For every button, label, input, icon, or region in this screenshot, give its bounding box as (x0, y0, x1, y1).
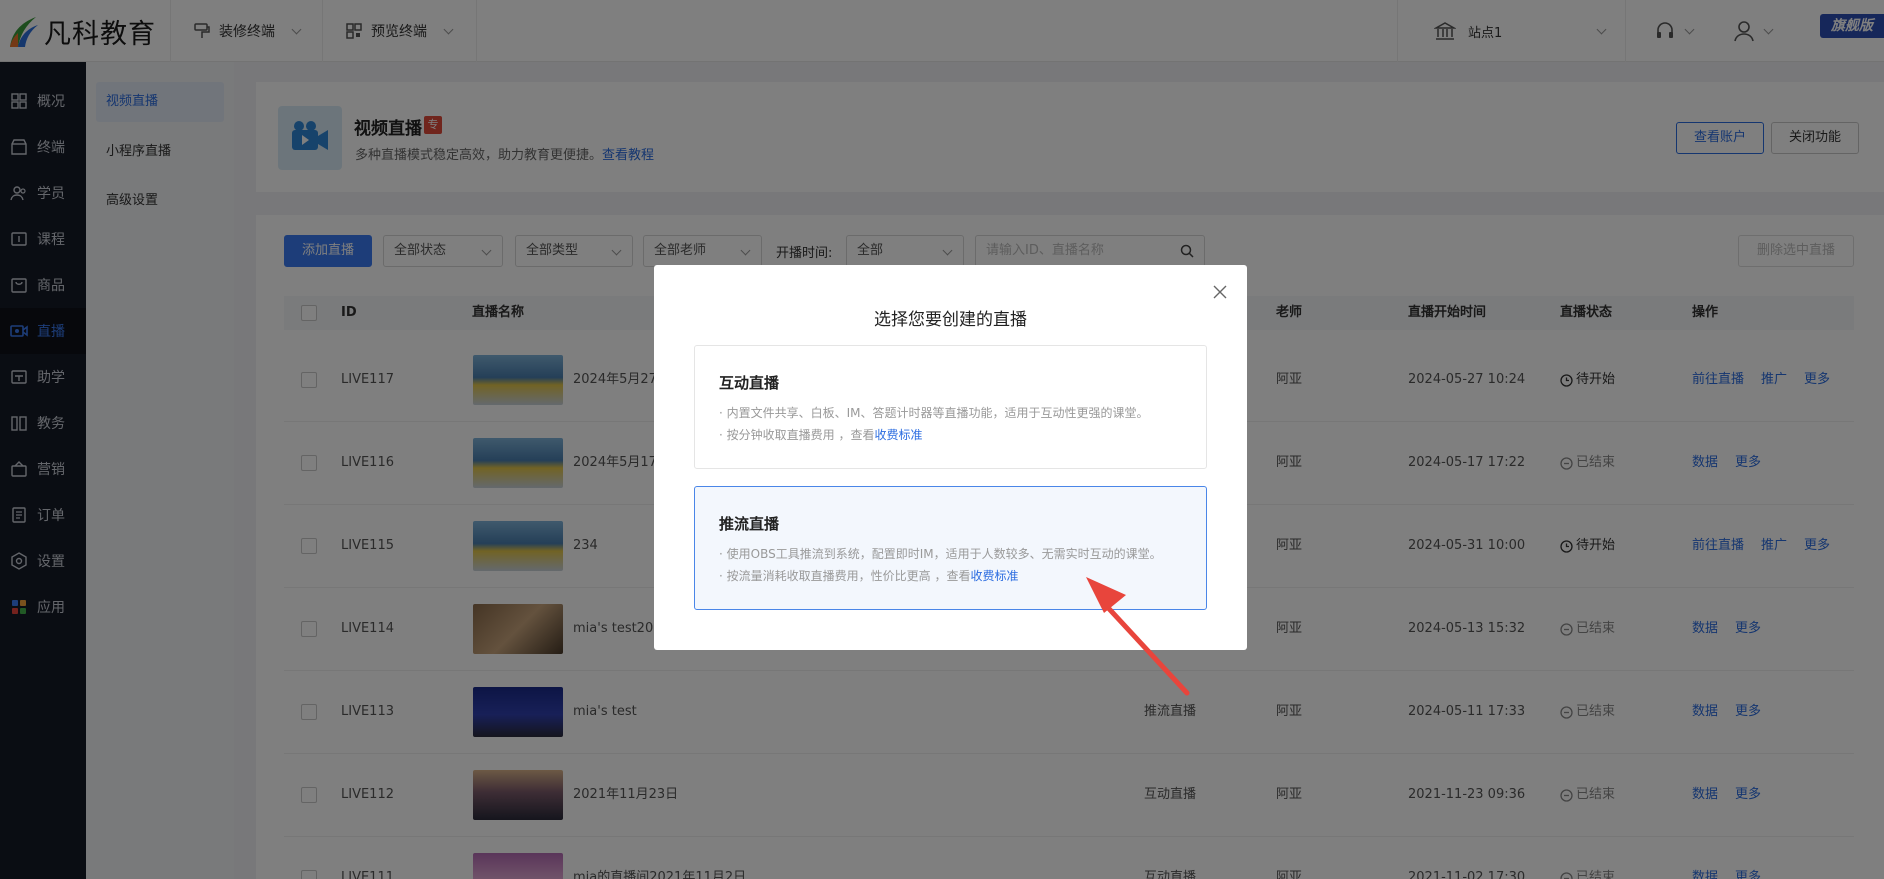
option-desc-line1: · 内置文件共享、白板、IM、答题计时器等直播功能，适用于互动性更强的课堂。 (719, 406, 1149, 420)
interactive-live-option[interactable]: 互动直播 · 内置文件共享、白板、IM、答题计时器等直播功能，适用于互动性更强的… (694, 345, 1207, 469)
close-icon[interactable] (1213, 285, 1227, 299)
fee-standard-link[interactable]: 收费标准 (970, 569, 1018, 583)
option-title: 推流直播 (719, 515, 780, 533)
fee-standard-link[interactable]: 收费标准 (874, 428, 922, 442)
option-title: 互动直播 (719, 374, 780, 392)
option-desc-line1: · 使用OBS工具推流到系统，配置即时IM，适用于人数较多、无需实时互动的课堂。 (719, 547, 1162, 561)
modal-title: 选择您要创建的直播 (874, 310, 1027, 330)
annotation-arrow-icon (1086, 577, 1190, 696)
option-fee-text: · 按分钟收取直播费用 ，查看 (719, 428, 875, 442)
option-fee-text: · 按流量消耗收取直播费用，性价比更高 ，查看 (719, 569, 971, 583)
option-desc-line2: · 按流量消耗收取直播费用，性价比更高 ，查看收费标准 (719, 567, 1018, 584)
option-desc-line2: · 按分钟收取直播费用 ，查看收费标准 (719, 426, 922, 443)
